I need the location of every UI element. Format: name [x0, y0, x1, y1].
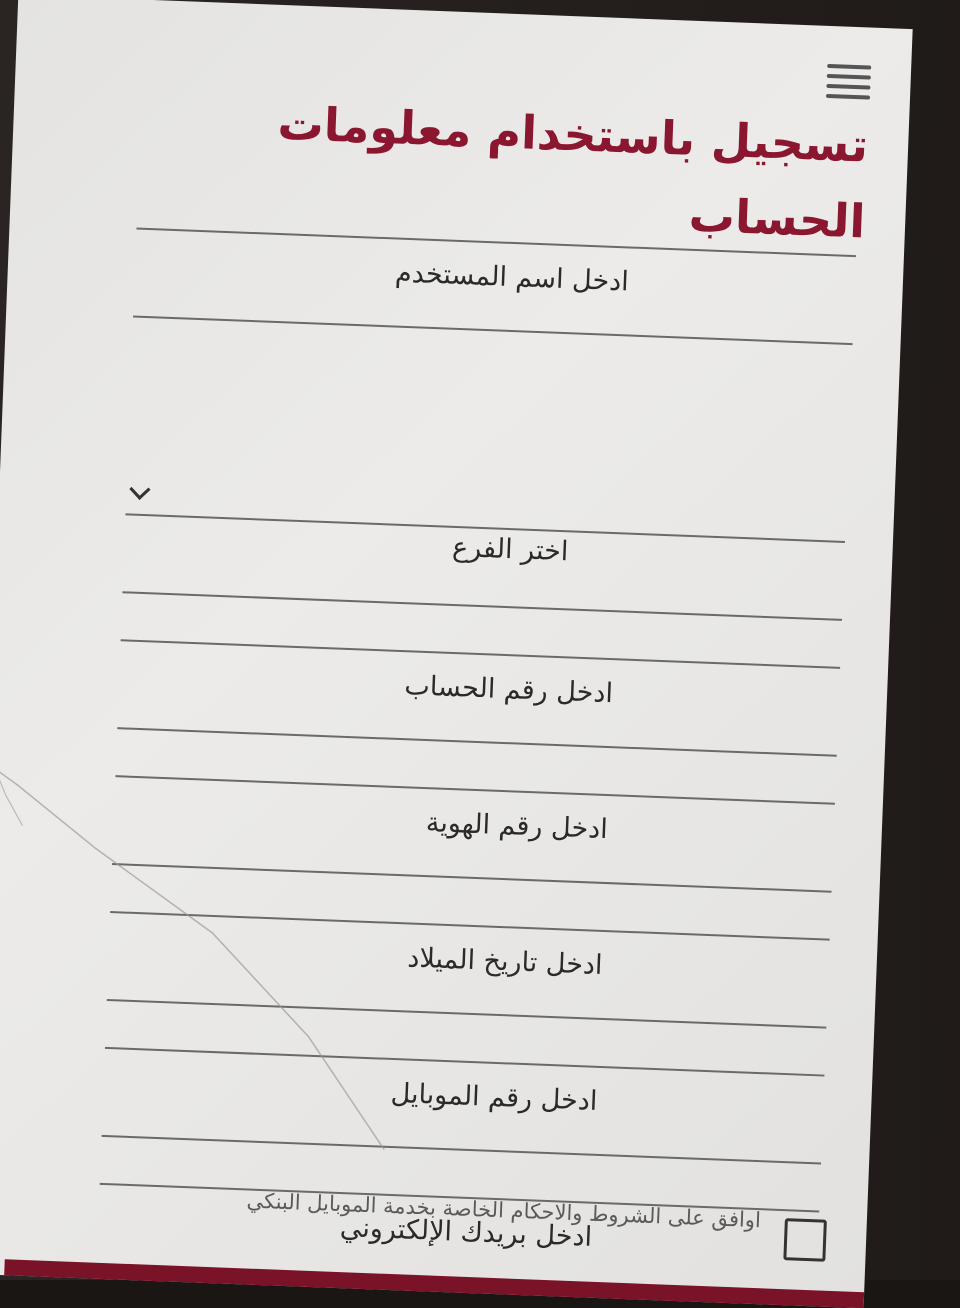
phone-frame: تسجيل باستخدام معلومات الحساب ادخل اسم ا… [0, 0, 960, 1308]
hamburger-menu-icon[interactable] [825, 63, 872, 100]
branch-select[interactable]: اختر الفرع [122, 363, 851, 621]
mobile-number-field-placeholder: ادخل رقم الموبايل [390, 1077, 598, 1117]
id-number-field-placeholder: ادخل رقم الهوية [425, 807, 609, 846]
field-underline [111, 863, 832, 893]
registration-form: ادخل اسم المستخدم اختر الفرع ادخل رقم ال… [95, 227, 856, 1308]
account-number-field-placeholder: ادخل رقم الحساب [403, 670, 614, 710]
field-underline [106, 998, 827, 1029]
account-number-field[interactable]: ادخل رقم الحساب [115, 639, 841, 803]
field-underline [122, 591, 842, 621]
id-number-field[interactable]: ادخل رقم الهوية [110, 775, 835, 939]
field-underline [117, 727, 837, 757]
chevron-down-icon[interactable] [129, 478, 151, 500]
field-underline [101, 1134, 822, 1165]
field-divider [120, 639, 841, 669]
terms-checkbox[interactable] [783, 1218, 827, 1262]
username-field-placeholder: ادخل اسم المستخدم [394, 257, 630, 298]
app-screen: تسجيل باستخدام معلومات الحساب ادخل اسم ا… [0, 0, 913, 1308]
branch-select-placeholder: اختر الفرع [451, 531, 569, 568]
field-underline [133, 315, 853, 346]
birth-date-field-placeholder: ادخل تاريخ الميلاد [406, 942, 604, 981]
birth-date-field[interactable]: ادخل تاريخ الميلاد [105, 911, 830, 1075]
username-field[interactable]: ادخل اسم المستخدم [131, 227, 856, 392]
